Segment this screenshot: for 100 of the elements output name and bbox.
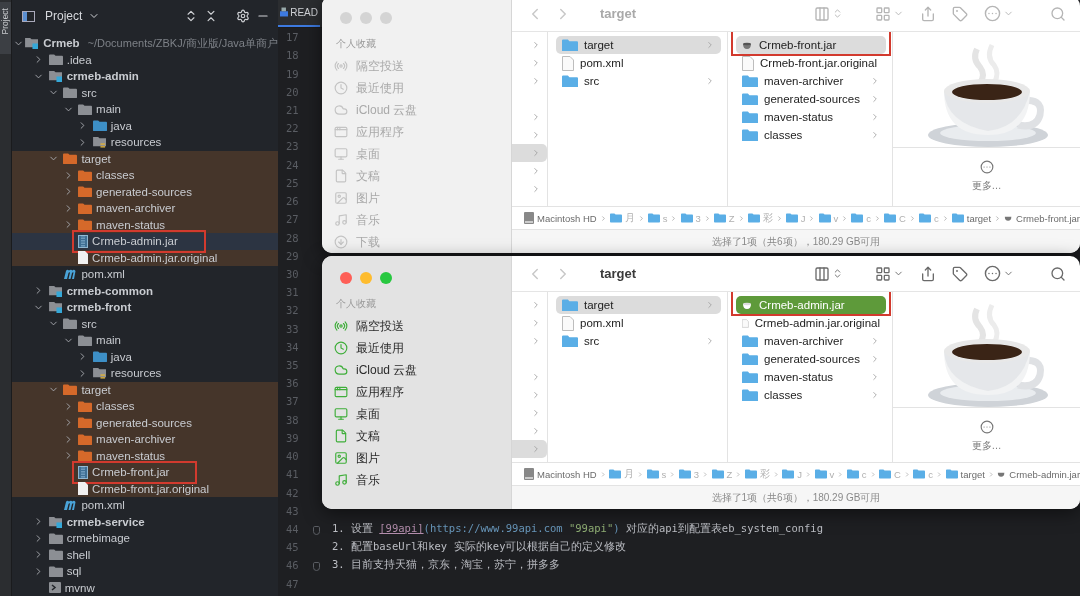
tree-item[interactable]: src xyxy=(12,84,278,101)
line-number: 27 xyxy=(285,213,300,226)
separator-icon xyxy=(936,469,943,479)
line-number: 39 xyxy=(285,431,300,444)
tree-item[interactable]: classes xyxy=(12,398,278,415)
document-icon xyxy=(334,169,348,183)
tree-item[interactable]: Crmeb ~/Documents/ZBKJ/商业版/Java单商户 xyxy=(12,35,278,52)
settings-icon[interactable] xyxy=(236,9,250,23)
tree-item[interactable]: Crmeb-admin.jar xyxy=(12,233,278,250)
search-icon[interactable] xyxy=(1050,265,1066,282)
file-item[interactable]: target xyxy=(556,296,721,314)
path-crumb[interactable]: target xyxy=(945,468,985,480)
share-icon[interactable] xyxy=(920,265,936,282)
file-item[interactable]: classes xyxy=(736,126,886,144)
folder-icon xyxy=(785,213,798,223)
close-button[interactable] xyxy=(340,272,352,284)
path-crumb[interactable]: target xyxy=(951,212,992,224)
tree-item[interactable]: crmeb-common xyxy=(12,282,278,299)
tree-item[interactable]: maven-archiver xyxy=(12,431,278,448)
chevrons-icon[interactable] xyxy=(832,8,843,19)
path-crumb[interactable]: Macintosh HD xyxy=(524,212,597,224)
separator-icon xyxy=(735,469,742,479)
folder-icon xyxy=(879,469,891,479)
file-item[interactable]: pom.xml xyxy=(556,54,721,72)
tree-item[interactable]: crmeb-admin xyxy=(12,68,278,85)
tree-item[interactable]: classes xyxy=(12,167,278,184)
image-icon xyxy=(334,191,348,205)
columns-icon[interactable] xyxy=(814,5,830,22)
separator-icon xyxy=(599,213,607,223)
tree-item[interactable]: crmebimage xyxy=(12,530,278,547)
tree-item[interactable]: pom.xml xyxy=(12,266,278,283)
chevrons-icon[interactable] xyxy=(832,268,843,279)
collapse-all-icon[interactable] xyxy=(204,9,218,23)
tool-window-tab[interactable]: Project xyxy=(0,2,11,54)
tree-item[interactable]: mvnw xyxy=(12,579,278,596)
sidebar-item[interactable]: 桌面 xyxy=(334,403,511,425)
file-item[interactable]: maven-archiver xyxy=(736,332,886,350)
tree-item[interactable]: .idea xyxy=(12,51,278,68)
file-item[interactable]: target xyxy=(556,36,721,54)
sidebar-item[interactable]: 最近使用 xyxy=(334,337,511,359)
zoom-button[interactable] xyxy=(380,272,392,284)
tree-item[interactable]: sql xyxy=(12,563,278,580)
file-item[interactable]: src xyxy=(556,332,721,350)
separator-icon xyxy=(669,469,676,479)
tree-item[interactable]: crmeb-service xyxy=(12,513,278,530)
folder-icon xyxy=(713,213,726,223)
tree-item[interactable]: Crmeb-front.jar xyxy=(12,464,278,481)
tree-item[interactable]: resources xyxy=(12,365,278,382)
folder-icon xyxy=(92,120,107,132)
file-item[interactable]: Crmeb-front.jar xyxy=(736,36,886,54)
panel-title[interactable]: Project xyxy=(45,9,83,23)
sidebar-item[interactable]: 音乐 xyxy=(334,469,511,491)
more-label[interactable]: 更多… xyxy=(971,439,1002,453)
file-item[interactable]: pom.xml xyxy=(556,314,721,332)
tree-item[interactable]: main xyxy=(12,332,278,349)
line-number: 22 xyxy=(285,122,300,135)
line-number: 25 xyxy=(285,176,300,189)
sidebar-item[interactable]: 应用程序 xyxy=(334,381,511,403)
folder-icon xyxy=(92,351,107,363)
separator-icon xyxy=(994,213,1002,223)
module-folder-icon xyxy=(48,70,63,83)
tree-item[interactable]: java xyxy=(12,117,278,134)
more-icon[interactable] xyxy=(979,420,994,434)
path-crumb[interactable]: Crmeb-front.jar xyxy=(1004,212,1080,224)
tree-item[interactable]: main xyxy=(12,101,278,118)
file-item[interactable]: Crmeb-front.jar.original xyxy=(736,54,886,72)
tree-item[interactable]: maven-archiver xyxy=(12,200,278,217)
path-crumb[interactable]: Macintosh HD xyxy=(524,468,597,480)
chevron-right-icon xyxy=(705,76,715,86)
tree-item[interactable]: java xyxy=(12,348,278,365)
tree-item[interactable]: target xyxy=(12,381,278,398)
tree-item[interactable]: crmeb-front xyxy=(12,299,278,316)
more-label[interactable]: 更多… xyxy=(971,179,1002,193)
broadcast-icon xyxy=(334,59,348,73)
tree-item[interactable]: target xyxy=(12,150,278,167)
tag-icon[interactable] xyxy=(952,265,968,282)
file-item[interactable]: Crmeb-admin.jar.original xyxy=(736,314,886,332)
grid-icon[interactable] xyxy=(875,265,891,282)
file-item[interactable]: maven-status xyxy=(736,108,886,126)
file-item[interactable]: maven-archiver xyxy=(736,72,886,90)
editor-tab[interactable]: READ xyxy=(278,0,320,27)
file-item[interactable]: maven-status xyxy=(736,368,886,386)
sidebar-item[interactable]: 图片 xyxy=(334,447,511,469)
path-crumb[interactable]: Crmeb-admin.jar xyxy=(997,468,1080,480)
file-item[interactable]: generated-sources xyxy=(736,350,886,368)
more-icon[interactable] xyxy=(979,160,994,174)
more-icon[interactable] xyxy=(984,265,1001,282)
sidebar-item[interactable]: 文稿 xyxy=(334,425,511,447)
file-item[interactable]: classes xyxy=(736,386,886,404)
sidebar-item[interactable]: iCloud 云盘 xyxy=(334,359,511,381)
line-number: 17 xyxy=(285,31,300,44)
sidebar-item[interactable]: 隔空投送 xyxy=(334,315,511,337)
file-item[interactable]: generated-sources xyxy=(736,90,886,108)
tree-item[interactable]: pom.xml xyxy=(12,497,278,514)
file-item[interactable]: src xyxy=(556,72,721,90)
separator-icon xyxy=(808,213,816,223)
tree-item[interactable]: resources xyxy=(12,134,278,151)
tree-item[interactable]: shell xyxy=(12,546,278,563)
tree-item[interactable]: src xyxy=(12,315,278,332)
columns-icon[interactable] xyxy=(814,265,830,282)
